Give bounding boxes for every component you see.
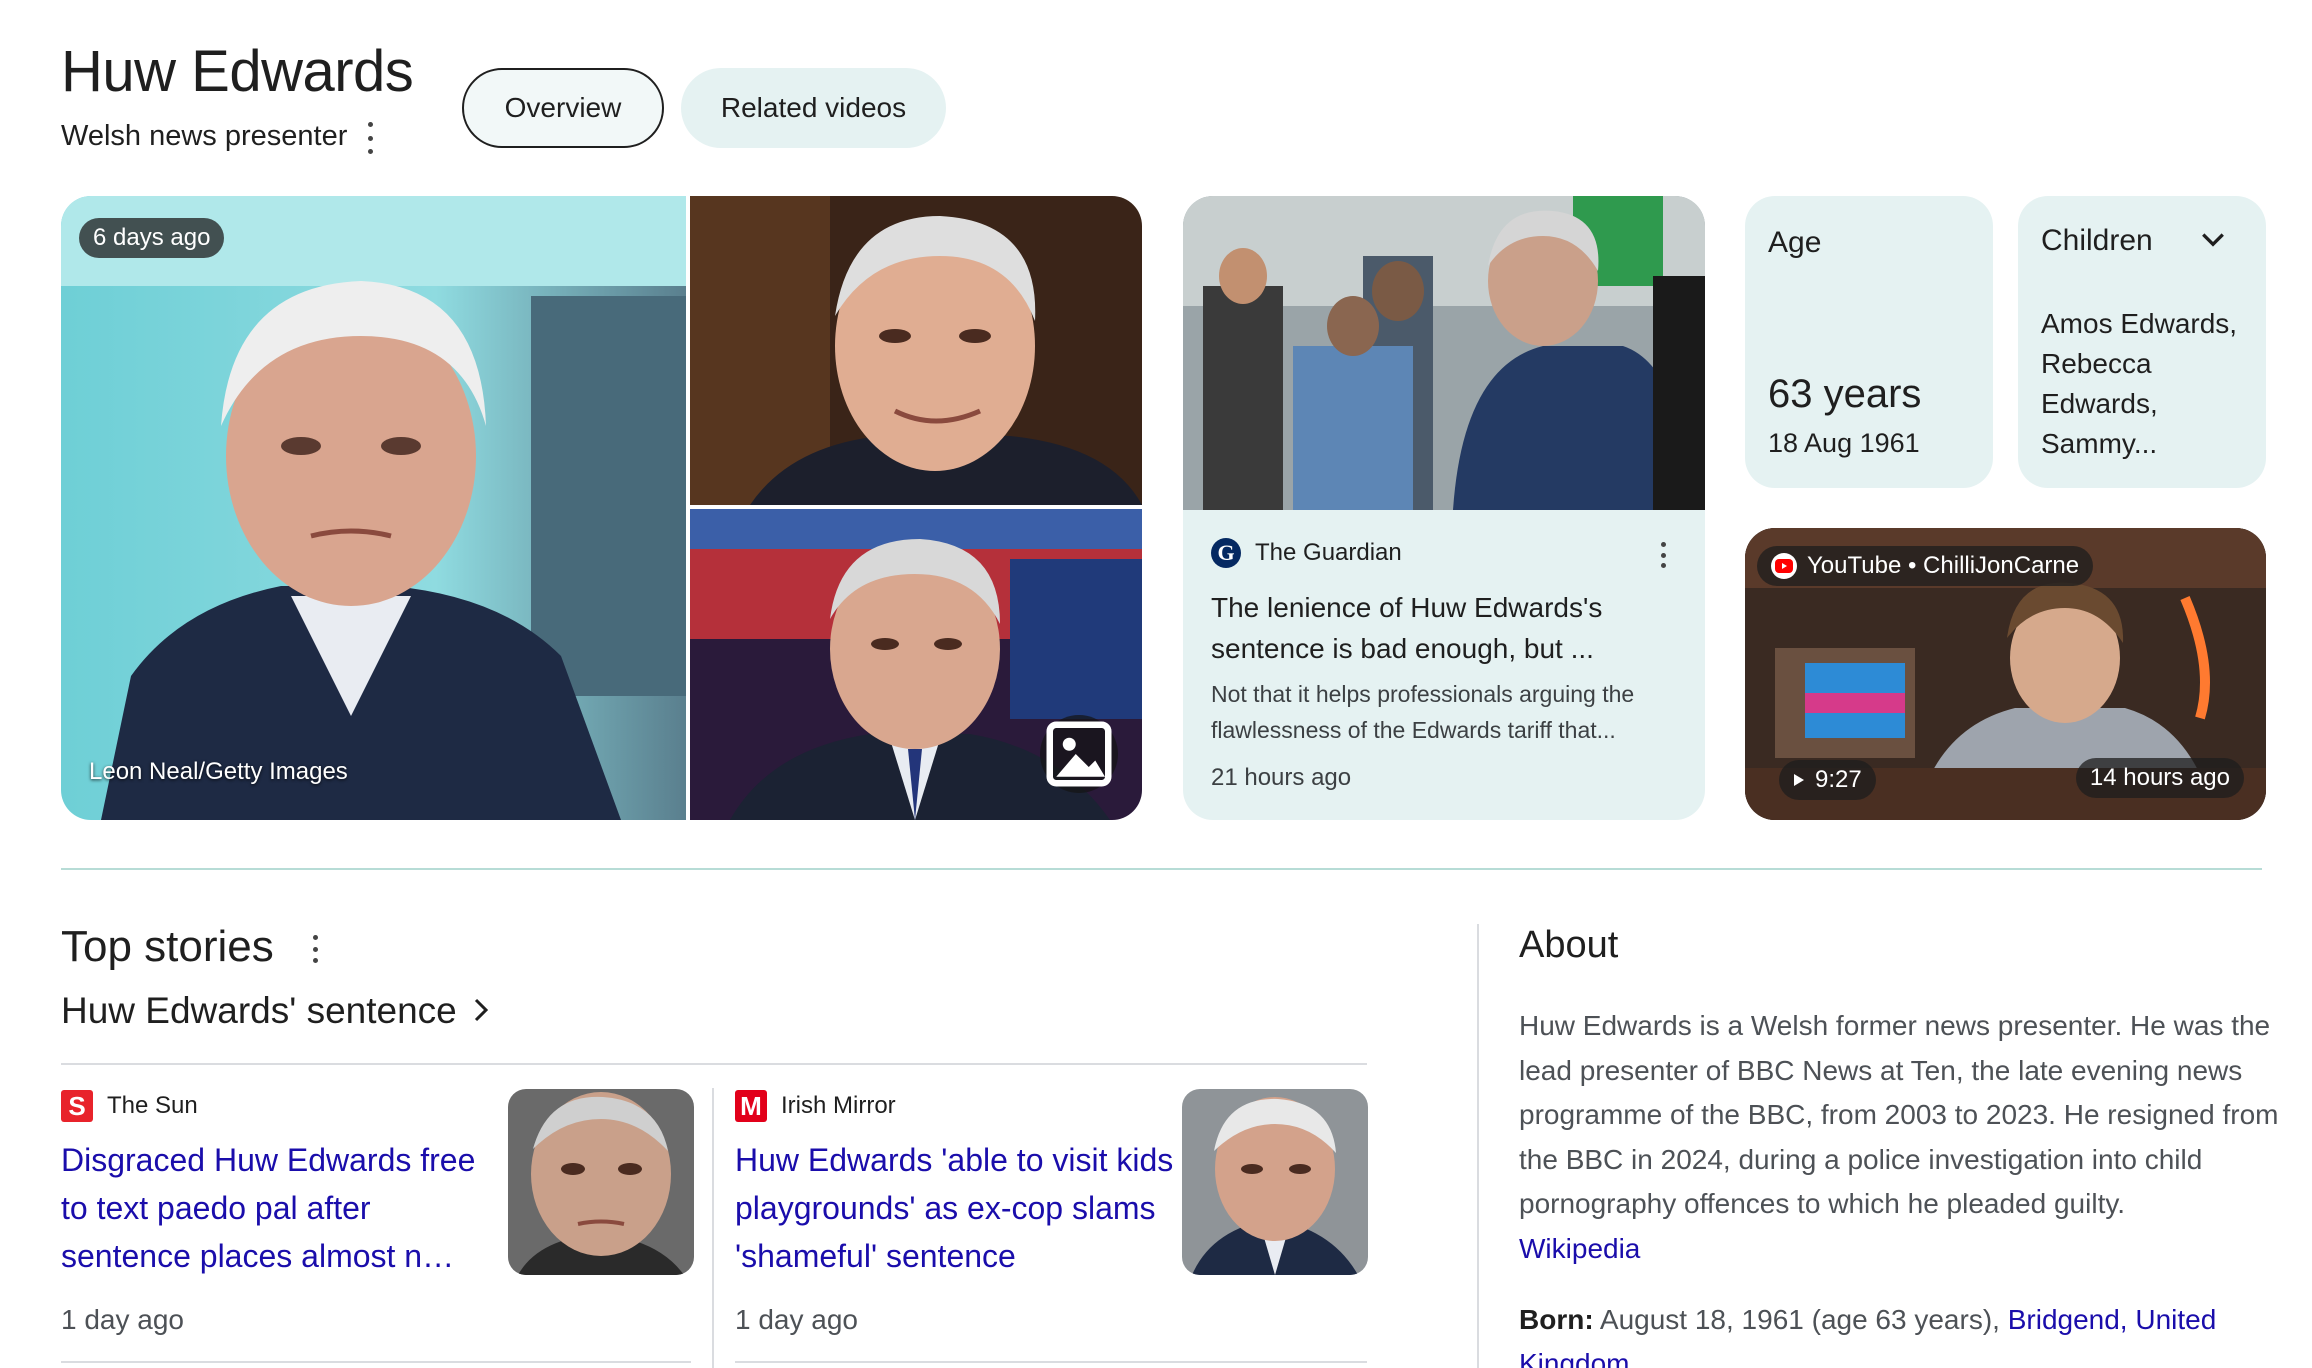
- story-divider: [61, 1361, 691, 1363]
- news-card-image: [1183, 196, 1705, 510]
- stories-top-divider: [61, 1063, 1367, 1065]
- fact-children-value: Amos Edwards, Rebecca Edwards, Sammy...: [2041, 308, 2238, 459]
- entity-title: Huw Edwards: [61, 39, 414, 104]
- main-image[interactable]: 6 days ago Leon Neal/Getty Images: [61, 196, 686, 820]
- story-thumbnail[interactable]: [1182, 1089, 1368, 1275]
- more-options-icon[interactable]: [366, 122, 374, 154]
- born-text: August 18, 1961 (age 63 years),: [1599, 1304, 2000, 1335]
- chevron-right-icon: [473, 990, 489, 1032]
- fact-children-card[interactable]: Children Amos Edwards, Rebecca Edwards, …: [2018, 196, 2266, 488]
- born-label: Born:: [1519, 1304, 1594, 1335]
- fact-age-label: Age: [1768, 226, 1822, 259]
- video-duration: 9:27: [1815, 766, 1862, 793]
- story-thumbnail[interactable]: [508, 1089, 694, 1275]
- news-card[interactable]: G The Guardian The lenience of Huw Edwar…: [1183, 196, 1705, 820]
- video-source-text: YouTube • ChilliJonCarne: [1807, 552, 2080, 579]
- story-title[interactable]: Disgraced Huw Edwards free to text paedo…: [61, 1136, 491, 1280]
- studio-image[interactable]: [690, 509, 1142, 820]
- topic-link[interactable]: Huw Edwards' sentence: [61, 990, 489, 1032]
- news-card-source[interactable]: G The Guardian: [1211, 538, 1402, 568]
- fact-age-value: 63 years: [1768, 372, 1922, 416]
- youtube-icon: [1771, 553, 1797, 579]
- about-column-divider: [1477, 924, 1479, 1368]
- wikipedia-link[interactable]: Wikipedia: [1519, 1227, 2279, 1272]
- news-card-more-icon[interactable]: [1659, 542, 1667, 568]
- guardian-logo-icon: G: [1211, 538, 1241, 568]
- story-time: 1 day ago: [61, 1304, 184, 1335]
- story-source-name: Irish Mirror: [781, 1092, 896, 1119]
- video-card[interactable]: YouTube • ChilliJonCarne 9:27 14 hours a…: [1745, 528, 2266, 820]
- image-gallery-icon[interactable]: [1040, 715, 1118, 793]
- story-divider: [735, 1361, 1367, 1363]
- fact-children-label: Children: [2041, 224, 2153, 257]
- news-card-time: 21 hours ago: [1211, 764, 1352, 791]
- about-text: Huw Edwards is a Welsh former news prese…: [1519, 1010, 2279, 1219]
- story-time: 1 day ago: [735, 1304, 858, 1335]
- section-divider: [61, 868, 2262, 870]
- the-sun-logo-icon: S: [61, 1090, 93, 1122]
- story-source[interactable]: S The Sun: [61, 1090, 198, 1122]
- video-time-badge: 14 hours ago: [2075, 758, 2244, 798]
- tab-related-videos[interactable]: Related videos: [681, 68, 946, 148]
- news-card-title[interactable]: The lenience of Huw Edwards's sentence i…: [1211, 587, 1671, 669]
- tab-overview[interactable]: Overview: [462, 68, 664, 148]
- fact-age-card[interactable]: Age 63 years 18 Aug 1961: [1745, 196, 1993, 488]
- top-stories-more-icon[interactable]: [311, 935, 319, 963]
- story-title[interactable]: Huw Edwards 'able to visit kids playgrou…: [735, 1136, 1175, 1280]
- image-mosaic: 6 days ago Leon Neal/Getty Images: [61, 196, 1142, 820]
- image-age-badge: 6 days ago: [79, 218, 225, 258]
- chevron-down-icon[interactable]: [2200, 230, 2226, 255]
- play-icon: [1793, 766, 1805, 794]
- story-source-name: The Sun: [107, 1092, 198, 1119]
- image-credit: Leon Neal/Getty Images: [89, 758, 348, 785]
- portrait-image[interactable]: [690, 196, 1142, 505]
- stories-column-divider: [712, 1088, 714, 1368]
- fact-age-dob: 18 Aug 1961: [1768, 428, 1920, 458]
- about-description: Huw Edwards is a Welsh former news prese…: [1519, 1004, 2279, 1271]
- about-title: About: [1519, 924, 1619, 966]
- video-source-badge: YouTube • ChilliJonCarne: [1757, 546, 2094, 586]
- entity-subtitle: Welsh news presenter: [61, 120, 348, 152]
- born-fact: Born: August 18, 1961 (age 63 years), Br…: [1519, 1298, 2279, 1368]
- news-card-snippet: Not that it helps professionals arguing …: [1211, 681, 1635, 743]
- topic-link-label: Huw Edwards' sentence: [61, 990, 457, 1031]
- video-duration-badge: 9:27: [1779, 760, 1876, 800]
- story-source[interactable]: M Irish Mirror: [735, 1090, 896, 1122]
- irish-mirror-logo-icon: M: [735, 1090, 767, 1122]
- news-card-source-name: The Guardian: [1255, 539, 1402, 566]
- top-stories-title: Top stories: [61, 922, 274, 971]
